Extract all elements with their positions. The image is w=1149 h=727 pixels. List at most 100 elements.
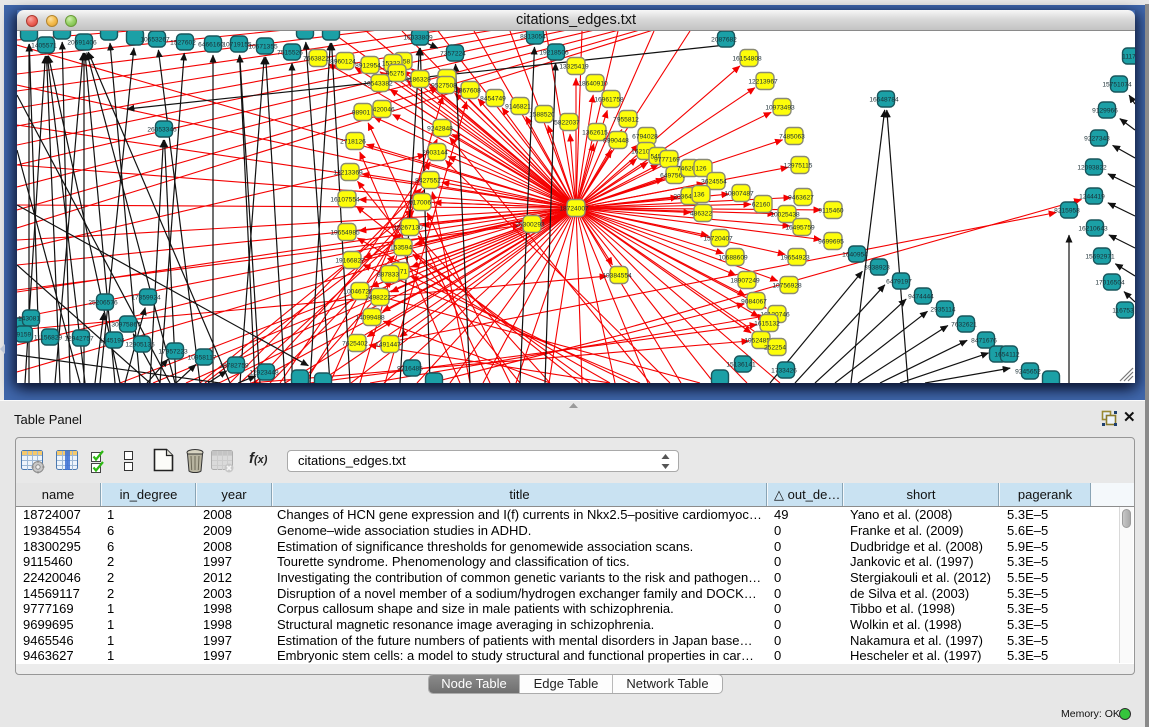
svg-text:7625402: 7625402 xyxy=(342,341,368,348)
svg-text:7357224: 7357224 xyxy=(440,51,466,58)
svg-text:887833: 887833 xyxy=(377,272,399,279)
svg-text:10653267: 10653267 xyxy=(140,37,170,44)
svg-text:9699695: 9699695 xyxy=(818,239,844,246)
svg-text:7955812: 7955812 xyxy=(613,117,639,124)
svg-text:12942757: 12942757 xyxy=(64,336,94,343)
svg-text:8960124: 8960124 xyxy=(330,59,356,66)
svg-text:7485063: 7485063 xyxy=(779,134,805,141)
svg-text:10756928: 10756928 xyxy=(772,283,802,290)
svg-text:15692971: 15692971 xyxy=(1085,254,1115,261)
svg-text:17016504: 17016504 xyxy=(1095,280,1125,287)
svg-text:9463627: 9463627 xyxy=(788,195,814,202)
svg-text:13325419: 13325419 xyxy=(559,64,589,71)
svg-text:25300293: 25300293 xyxy=(515,222,545,229)
svg-text:126: 126 xyxy=(695,166,706,173)
svg-text:8215958: 8215958 xyxy=(1054,208,1080,215)
svg-text:10688609: 10688609 xyxy=(718,255,748,262)
svg-text:9227343: 9227343 xyxy=(1084,136,1110,143)
svg-text:7632621: 7632621 xyxy=(951,322,977,329)
svg-text:252254: 252254 xyxy=(764,345,786,352)
svg-text:16210643: 16210643 xyxy=(1078,226,1108,233)
svg-text:16107554: 16107554 xyxy=(330,197,360,204)
svg-text:1654112: 1654112 xyxy=(994,352,1020,359)
svg-text:9716485: 9716485 xyxy=(397,366,423,373)
svg-text:16033809: 16033809 xyxy=(403,35,433,42)
svg-text:8454749: 8454749 xyxy=(480,96,506,103)
svg-text:8471676: 8471676 xyxy=(971,338,997,345)
svg-text:12923448: 12923448 xyxy=(249,370,279,377)
svg-text:19384554: 19384554 xyxy=(602,273,632,280)
svg-text:16782759: 16782759 xyxy=(219,363,249,370)
svg-text:1491447: 1491447 xyxy=(375,342,401,349)
svg-text:143081: 143081 xyxy=(18,316,40,323)
svg-text:8912954: 8912954 xyxy=(355,63,381,70)
svg-text:2867608: 2867608 xyxy=(455,88,481,95)
svg-text:15720407: 15720407 xyxy=(703,236,733,243)
svg-text:8813054: 8813054 xyxy=(520,34,546,41)
svg-text:486322: 486322 xyxy=(690,211,712,218)
svg-text:18724007: 18724007 xyxy=(559,206,589,213)
svg-text:19166827: 19166827 xyxy=(335,258,365,265)
svg-text:1527602: 1527602 xyxy=(170,40,196,47)
svg-text:6794028: 6794028 xyxy=(632,134,658,141)
svg-text:39159: 39159 xyxy=(17,332,31,339)
svg-text:11156829: 11156829 xyxy=(34,335,63,342)
svg-text:9084067: 9084067 xyxy=(741,299,767,306)
svg-text:1244419: 1244419 xyxy=(1079,194,1105,201)
svg-text:1733426: 1733426 xyxy=(771,368,797,375)
svg-text:15267130: 15267130 xyxy=(393,225,423,232)
svg-text:16543382: 16543382 xyxy=(363,81,393,88)
svg-text:62160: 62160 xyxy=(752,202,771,209)
svg-text:7663822: 7663822 xyxy=(303,56,329,63)
svg-text:9474444: 9474444 xyxy=(908,294,934,301)
svg-text:10807487: 10807487 xyxy=(724,191,754,198)
svg-text:116753: 116753 xyxy=(1112,308,1134,315)
svg-text:1117: 1117 xyxy=(1122,54,1135,61)
svg-text:2087682: 2087682 xyxy=(711,37,737,44)
svg-text:1405571: 1405571 xyxy=(31,43,57,50)
svg-text:9129966: 9129966 xyxy=(1092,108,1118,115)
svg-text:1588520: 1588520 xyxy=(529,112,555,119)
svg-text:5822037: 5822037 xyxy=(554,120,580,127)
svg-text:25206576: 25206576 xyxy=(88,300,118,307)
svg-text:18907249: 18907249 xyxy=(730,278,760,285)
svg-text:19654923: 19654923 xyxy=(780,255,810,262)
svg-text:10958117: 10958117 xyxy=(188,355,217,362)
svg-text:8186328: 8186328 xyxy=(405,77,431,84)
svg-text:12975115: 12975115 xyxy=(784,163,813,170)
svg-text:8990448: 8990448 xyxy=(603,138,629,145)
svg-text:9777169: 9777169 xyxy=(654,157,680,164)
svg-text:1498222: 1498222 xyxy=(365,295,391,302)
svg-text:26053346: 26053346 xyxy=(147,127,177,134)
svg-text:12213369: 12213369 xyxy=(333,170,363,177)
svg-text:16961758: 16961758 xyxy=(594,97,624,104)
svg-text:917006: 917006 xyxy=(409,200,431,207)
svg-text:136: 136 xyxy=(693,192,704,199)
svg-text:2903144: 2903144 xyxy=(422,150,448,157)
svg-text:17359924: 17359924 xyxy=(131,295,161,302)
svg-text:8427552: 8427552 xyxy=(415,178,441,185)
svg-text:17957223: 17957223 xyxy=(158,349,188,356)
svg-text:16495759: 16495759 xyxy=(785,225,815,232)
svg-text:19218506: 19218506 xyxy=(539,50,569,57)
svg-text:12213967: 12213967 xyxy=(748,79,778,86)
svg-text:2935114: 2935114 xyxy=(930,307,956,314)
svg-text:9245652: 9245652 xyxy=(1015,369,1041,376)
svg-text:2718126: 2718126 xyxy=(340,139,366,146)
svg-text:153594: 153594 xyxy=(390,245,412,252)
svg-text:18640910: 18640910 xyxy=(578,81,608,88)
svg-text:1640954: 1640954 xyxy=(842,252,868,259)
svg-text:15136141: 15136141 xyxy=(726,362,756,369)
svg-text:1362615: 1362615 xyxy=(582,130,608,137)
svg-text:9146821: 9146821 xyxy=(505,104,531,111)
svg-text:30975867: 30975867 xyxy=(111,322,141,329)
svg-text:9527508: 9527508 xyxy=(431,83,457,90)
svg-text:7515526: 7515526 xyxy=(277,50,303,57)
svg-text:10973493: 10973493 xyxy=(765,105,795,112)
svg-text:98901: 98901 xyxy=(352,110,371,117)
svg-text:1145194: 1145194 xyxy=(99,338,125,345)
svg-text:9115460: 9115460 xyxy=(818,208,844,215)
svg-text:10025438: 10025438 xyxy=(770,212,800,219)
svg-text:3624554: 3624554 xyxy=(701,179,727,186)
svg-text:19654985: 19654985 xyxy=(330,230,360,237)
